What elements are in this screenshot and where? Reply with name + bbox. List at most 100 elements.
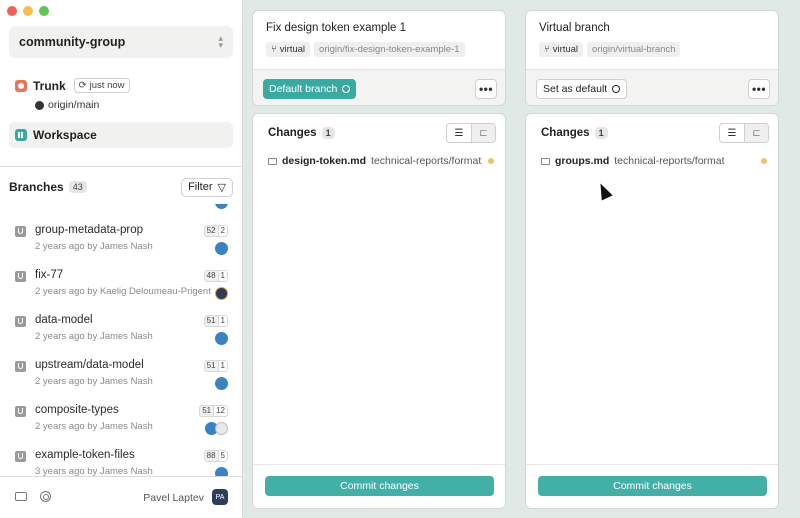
workspace-item[interactable]: Workspace bbox=[9, 122, 233, 148]
branch-icon: ⑂ bbox=[271, 44, 277, 55]
branch-item[interactable]: fix-77 2 years ago by Kaelig Deloumeau-P… bbox=[0, 269, 242, 316]
user-avatar[interactable]: PA bbox=[212, 489, 228, 505]
set-as-default-button[interactable]: Set as default bbox=[536, 79, 628, 99]
file-path: technical-reports/format bbox=[614, 155, 725, 167]
lines-added: 51 bbox=[204, 316, 218, 326]
branch-title[interactable]: Virtual branch bbox=[539, 22, 610, 34]
avatar bbox=[215, 467, 228, 476]
filter-icon: ▽ bbox=[217, 181, 226, 194]
file-row[interactable]: design-token.md technical-reports/format bbox=[268, 155, 494, 167]
branch-icon bbox=[15, 271, 26, 282]
branch-item[interactable]: data-model 2 years ago by James Nash 51 … bbox=[0, 314, 242, 361]
remote-tag: origin/fix-design-token-example-1 bbox=[314, 42, 465, 57]
avatar bbox=[215, 204, 228, 209]
more-options-button[interactable]: ••• bbox=[748, 79, 770, 99]
sidebar-footer: Pavel Laptev PA bbox=[0, 476, 242, 518]
lines-added: 51 bbox=[204, 361, 218, 371]
mail-icon[interactable] bbox=[15, 492, 27, 501]
changes-title: Changes bbox=[541, 127, 590, 139]
branch-header-card: Virtual branch ⑂ virtual origin/virtual-… bbox=[525, 10, 779, 106]
branch-diff-stats: 48 1 bbox=[203, 270, 228, 282]
tree-view-icon[interactable]: ⊏ bbox=[744, 124, 768, 142]
branch-tags: ⑂ virtual origin/virtual-branch bbox=[539, 42, 681, 57]
list-view-icon[interactable]: ☰ bbox=[720, 124, 744, 142]
minimize-window-button[interactable] bbox=[23, 6, 33, 16]
lines-removed: 5 bbox=[217, 451, 227, 461]
avatar bbox=[215, 377, 228, 390]
workspace-label: Workspace bbox=[33, 128, 97, 142]
commit-footer: Commit changes bbox=[526, 464, 778, 508]
branch-name: data-model bbox=[35, 314, 93, 326]
branch-name: upstream/data-model bbox=[35, 359, 144, 371]
trunk-icon bbox=[15, 79, 27, 92]
changes-card: Changes 1 ☰ ⊏ design-token.md technical-… bbox=[252, 113, 506, 509]
lines-added: 88 bbox=[204, 451, 218, 461]
lines-removed: 1 bbox=[217, 361, 227, 371]
branches-header: Branches 43 Filter ▽ bbox=[9, 177, 233, 197]
branch-item[interactable]: example-token-files 3 years ago by James… bbox=[0, 449, 242, 476]
branch-name: fix-77 bbox=[35, 269, 64, 281]
settings-icon[interactable] bbox=[40, 491, 51, 502]
lines-added: 51 bbox=[200, 406, 214, 416]
markdown-file-icon bbox=[541, 157, 550, 165]
zoom-window-button[interactable] bbox=[39, 6, 49, 16]
tree-view-icon[interactable]: ⊏ bbox=[471, 124, 495, 142]
refresh-icon: ⟳ bbox=[78, 80, 87, 91]
trunk-item[interactable]: Trunk ⟳ just now bbox=[15, 78, 130, 93]
branch-item[interactable]: upstream/data-model 2 years ago by James… bbox=[0, 359, 242, 406]
branch-title[interactable]: Fix design token example 1 bbox=[266, 22, 406, 34]
workspace-icon bbox=[15, 129, 27, 141]
divider bbox=[0, 166, 243, 167]
project-selector[interactable]: community-group ▴ ▾ bbox=[9, 26, 233, 58]
branch-diff-stats: 51 1 bbox=[203, 360, 228, 372]
default-branch-label: Default branch bbox=[269, 83, 338, 95]
avatar bbox=[215, 287, 228, 300]
trunk-remote: origin/main bbox=[35, 99, 99, 111]
trunk-updated-badge[interactable]: ⟳ just now bbox=[73, 78, 130, 93]
branch-icon: ⑂ bbox=[544, 44, 550, 55]
virtual-tag: ⑂ virtual bbox=[539, 42, 584, 57]
avatar bbox=[215, 242, 228, 255]
changes-header: Changes 1 bbox=[268, 127, 335, 139]
markdown-file-icon bbox=[268, 157, 277, 165]
lines-removed: 1 bbox=[217, 316, 227, 326]
changes-count-badge: 1 bbox=[594, 127, 608, 139]
sidebar: community-group ▴ ▾ Trunk ⟳ just now orig… bbox=[0, 0, 243, 518]
filter-label: Filter bbox=[188, 181, 213, 193]
branch-item[interactable]: composite-types 2 years ago by James Nas… bbox=[0, 404, 242, 451]
file-path: technical-reports/format bbox=[371, 155, 482, 167]
file-row[interactable]: groups.md technical-reports/format bbox=[541, 155, 767, 167]
view-toggle[interactable]: ☰ ⊏ bbox=[719, 123, 769, 143]
user-name[interactable]: Pavel Laptev bbox=[143, 492, 204, 504]
branch-list[interactable]: group-metadata-prop 2 years ago by James… bbox=[0, 204, 242, 476]
branch-icon bbox=[15, 406, 26, 417]
branch-actions: Default branch ••• bbox=[253, 69, 505, 105]
trunk-label: Trunk bbox=[33, 78, 66, 93]
lines-added: 48 bbox=[204, 271, 218, 281]
trunk-updated-text: just now bbox=[89, 80, 125, 91]
trunk-remote-label: origin/main bbox=[48, 99, 100, 111]
branch-actions: Set as default ••• bbox=[526, 69, 778, 105]
commit-button[interactable]: Commit changes bbox=[265, 476, 494, 496]
branch-meta: 3 years ago by James Nash bbox=[35, 466, 153, 476]
file-name: groups.md bbox=[555, 155, 610, 167]
view-toggle[interactable]: ☰ ⊏ bbox=[446, 123, 496, 143]
commit-button[interactable]: Commit changes bbox=[538, 476, 767, 496]
project-name: community-group bbox=[19, 35, 126, 49]
close-window-button[interactable] bbox=[7, 6, 17, 16]
branch-name: composite-types bbox=[35, 404, 119, 416]
list-view-icon[interactable]: ☰ bbox=[447, 124, 471, 142]
branch-icon bbox=[15, 361, 26, 372]
branch-lane: Virtual branch ⑂ virtual origin/virtual-… bbox=[525, 0, 789, 518]
more-options-button[interactable]: ••• bbox=[475, 79, 497, 99]
target-icon bbox=[612, 85, 621, 93]
default-branch-button[interactable]: Default branch bbox=[263, 79, 357, 99]
avatar bbox=[215, 422, 228, 435]
branch-meta: 2 years ago by James Nash bbox=[35, 376, 153, 387]
branch-diff-stats: 52 2 bbox=[203, 225, 228, 237]
branch-item[interactable]: group-metadata-prop 2 years ago by James… bbox=[0, 224, 242, 271]
modified-dot-icon bbox=[761, 158, 767, 164]
branch-meta: 2 years ago by James Nash bbox=[35, 421, 153, 432]
filter-button[interactable]: Filter ▽ bbox=[181, 177, 233, 197]
changes-title: Changes bbox=[268, 127, 317, 139]
